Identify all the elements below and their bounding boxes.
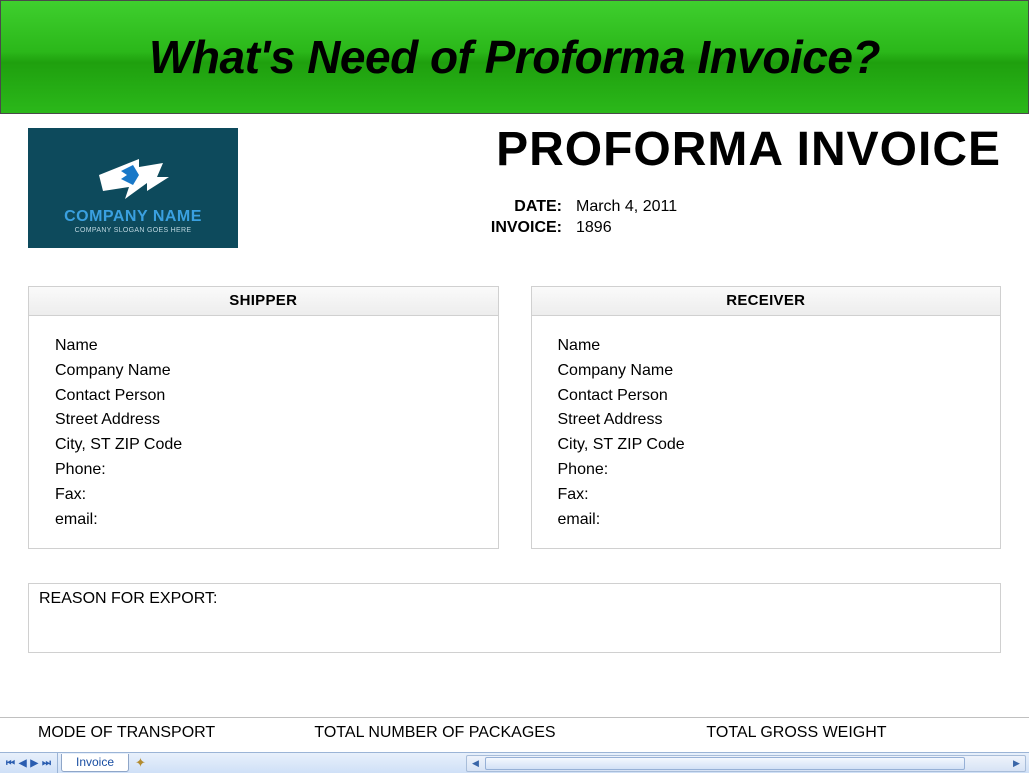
- nav-first-icon[interactable]: ⏮: [6, 758, 15, 769]
- shipper-field: Street Address: [55, 408, 498, 433]
- receiver-box: RECEIVER Name Company Name Contact Perso…: [531, 286, 1002, 549]
- parties-row: SHIPPER Name Company Name Contact Person…: [28, 286, 1001, 549]
- company-logo: COMPANY NAME COMPANY SLOGAN GOES HERE: [28, 128, 238, 248]
- shipper-field: Company Name: [55, 359, 498, 384]
- receiver-field: Company Name: [558, 359, 1001, 384]
- receiver-field: City, ST ZIP Code: [558, 433, 1001, 458]
- receiver-field: email:: [558, 508, 1001, 533]
- invoice-header-block: PROFORMA INVOICE DATE: March 4, 2011 INV…: [238, 128, 1001, 237]
- shipper-field: email:: [55, 508, 498, 533]
- export-reason-box: REASON FOR EXPORT:: [28, 583, 1001, 653]
- invoice-number-label: INVOICE:: [252, 219, 562, 237]
- arrow-logo-icon: [93, 151, 173, 206]
- receiver-field: Name: [558, 334, 1001, 359]
- invoice-number-row: INVOICE: 1896: [252, 219, 821, 237]
- bottom-bar: MODE OF TRANSPORT TOTAL NUMBER OF PACKAG…: [0, 717, 1029, 773]
- receiver-field: Street Address: [558, 408, 1001, 433]
- shipper-box: SHIPPER Name Company Name Contact Person…: [28, 286, 499, 549]
- invoice-date-label: DATE:: [252, 198, 562, 216]
- invoice-header-row: COMPANY NAME COMPANY SLOGAN GOES HERE PR…: [28, 128, 1001, 248]
- shipper-field: Fax:: [55, 483, 498, 508]
- slide-title-bar: What's Need of Proforma Invoice?: [0, 0, 1029, 114]
- invoice-date-row: DATE: March 4, 2011: [252, 198, 821, 216]
- shipper-field: City, ST ZIP Code: [55, 433, 498, 458]
- nav-next-icon[interactable]: ▶: [30, 758, 38, 769]
- sheet-tab-invoice[interactable]: Invoice: [61, 754, 129, 772]
- new-sheet-icon[interactable]: ✦: [135, 755, 146, 771]
- column-headers-row: MODE OF TRANSPORT TOTAL NUMBER OF PACKAG…: [0, 718, 1029, 742]
- company-slogan-text: COMPANY SLOGAN GOES HERE: [75, 227, 192, 234]
- scroll-thumb[interactable]: [485, 757, 965, 770]
- receiver-fields: Name Company Name Contact Person Street …: [532, 316, 1001, 532]
- horizontal-scrollbar[interactable]: ◀ ▶: [466, 755, 1026, 772]
- shipper-field: Contact Person: [55, 384, 498, 409]
- receiver-field: Contact Person: [558, 384, 1001, 409]
- shipper-header: SHIPPER: [29, 286, 498, 316]
- invoice-date-value: March 4, 2011: [576, 198, 677, 216]
- scroll-right-icon[interactable]: ▶: [1008, 756, 1025, 771]
- col-weight: TOTAL GROSS WEIGHT: [612, 724, 1001, 742]
- receiver-field: Phone:: [558, 458, 1001, 483]
- invoice-meta: DATE: March 4, 2011 INVOICE: 1896: [252, 198, 1001, 237]
- receiver-field: Fax:: [558, 483, 1001, 508]
- slide-title: What's Need of Proforma Invoice?: [149, 30, 880, 84]
- nav-prev-icon[interactable]: ◀: [19, 758, 27, 769]
- shipper-fields: Name Company Name Contact Person Street …: [29, 316, 498, 532]
- company-name-text: COMPANY NAME: [64, 208, 202, 226]
- receiver-header: RECEIVER: [532, 286, 1001, 316]
- sheet-tab-strip: ⏮ ◀ ▶ ⏭ Invoice ✦ ◀ ▶: [0, 752, 1029, 773]
- export-reason-label: REASON FOR EXPORT:: [39, 590, 217, 607]
- nav-last-icon[interactable]: ⏭: [42, 758, 51, 769]
- col-transport: MODE OF TRANSPORT: [28, 724, 258, 742]
- invoice-title: PROFORMA INVOICE: [252, 126, 1001, 174]
- invoice-number-value: 1896: [576, 219, 612, 237]
- shipper-field: Name: [55, 334, 498, 359]
- scroll-left-icon[interactable]: ◀: [467, 756, 484, 771]
- col-packages: TOTAL NUMBER OF PACKAGES: [280, 724, 590, 742]
- tab-nav-buttons[interactable]: ⏮ ◀ ▶ ⏭: [0, 753, 58, 773]
- shipper-field: Phone:: [55, 458, 498, 483]
- invoice-document: COMPANY NAME COMPANY SLOGAN GOES HERE PR…: [0, 114, 1029, 653]
